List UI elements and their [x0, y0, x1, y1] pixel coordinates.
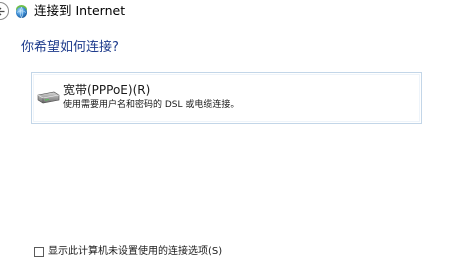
show-unconfigured-options[interactable]: 显示此计算机未设置使用的连接选项(S)	[34, 246, 222, 258]
show-unconfigured-checkbox[interactable]	[34, 247, 44, 257]
option-title: 宽带(PPPoE)(R)	[63, 83, 151, 97]
option-description: 使用需要用户名和密码的 DSL 或电缆连接。	[63, 100, 240, 110]
window-title: 连接到 Internet	[34, 3, 126, 18]
back-arrow-icon	[0, 7, 5, 15]
broadband-pppoe-option[interactable]: 宽带(PPPoE)(R) 使用需要用户名和密码的 DSL 或电缆连接。	[31, 72, 422, 124]
connection-question: 你希望如何连接?	[21, 40, 119, 55]
show-unconfigured-label: 显示此计算机未设置使用的连接选项(S)	[48, 246, 223, 257]
broadband-modem-icon	[37, 91, 60, 104]
title-bar: 连接到 Internet	[0, 0, 450, 24]
network-globe-icon	[16, 5, 27, 19]
back-button[interactable]	[0, 2, 9, 20]
